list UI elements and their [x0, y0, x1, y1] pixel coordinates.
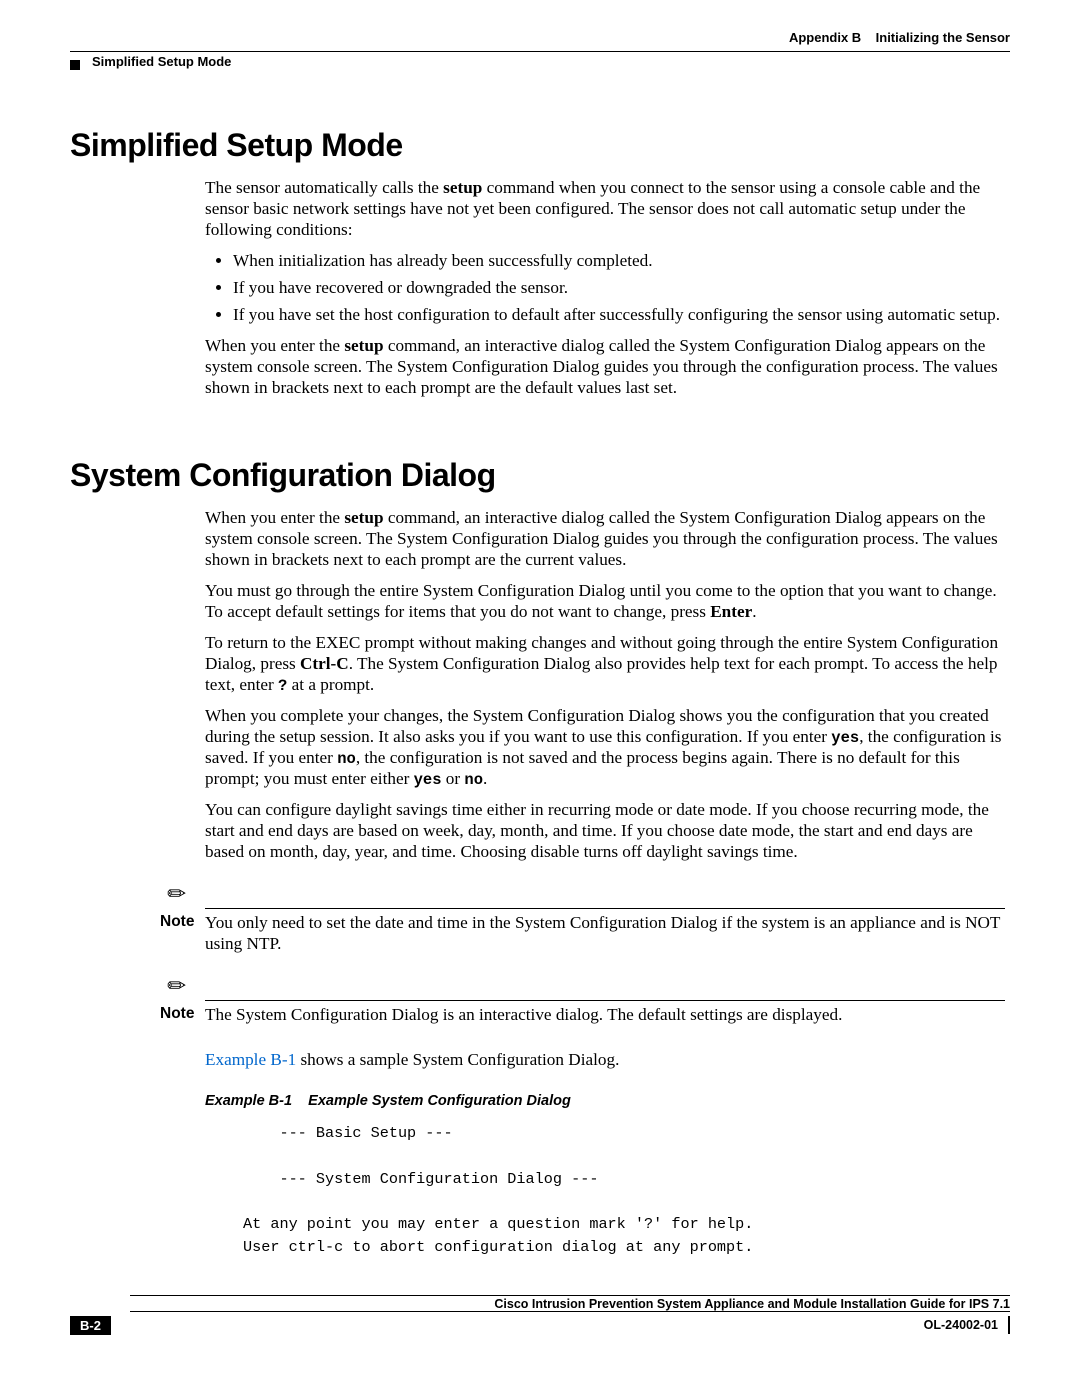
appendix-label: Appendix B	[789, 30, 861, 45]
header-rule	[70, 51, 1010, 52]
val-yes: yes	[831, 729, 859, 747]
val-no: no	[337, 750, 356, 768]
s2-p2: You must go through the entire System Co…	[205, 581, 1005, 623]
key-ctrl-c: Ctrl-C	[300, 654, 349, 673]
footer-bar-icon	[1008, 1316, 1010, 1334]
s1-intro: The sensor automatically calls the setup…	[205, 178, 1005, 241]
key-enter: Enter	[710, 602, 752, 621]
s1-bullet: When initialization has already been suc…	[233, 251, 1005, 272]
header-marker-icon	[70, 60, 80, 70]
footer-book-title: Cisco Intrusion Prevention System Applia…	[130, 1296, 1010, 1311]
page-number: B-2	[70, 1316, 111, 1335]
note-rule	[205, 908, 1005, 909]
note-text-1: You only need to set the date and time i…	[205, 913, 1005, 955]
example-intro: Example B-1 shows a sample System Config…	[205, 1050, 1005, 1259]
example-link[interactable]: Example B-1	[205, 1050, 296, 1069]
val-yes: yes	[414, 771, 442, 789]
s1-bullet: If you have recovered or downgraded the …	[233, 278, 1005, 299]
note-block-2: ✎ Note The System Configuration Dialog i…	[160, 973, 1005, 1026]
note-label: Note	[160, 1005, 205, 1024]
key-question: ?	[278, 677, 287, 695]
val-no: no	[464, 771, 483, 789]
note-block-1: ✎ Note You only need to set the date and…	[160, 881, 1005, 955]
cmd-setup: setup	[344, 336, 383, 355]
page-footer: Cisco Intrusion Prevention System Applia…	[70, 1295, 1010, 1355]
section1-body: The sensor automatically calls the setup…	[205, 178, 1005, 399]
s2-p3: To return to the EXEC prompt without mak…	[205, 633, 1005, 696]
note-text-2: The System Configuration Dialog is an in…	[205, 1005, 1005, 1026]
doc-number: OL-24002-01	[924, 1318, 998, 1332]
code-block: --- Basic Setup --- --- System Configura…	[243, 1122, 1005, 1259]
example-caption: Example B-1 Example System Configuration…	[205, 1093, 1005, 1111]
note-rule	[205, 1000, 1005, 1001]
pencil-icon: ✎	[162, 970, 193, 1001]
section-heading-simplified: Simplified Setup Mode	[70, 127, 1010, 164]
cmd-setup: setup	[344, 508, 383, 527]
s2-p1: When you enter the setup command, an int…	[205, 508, 1005, 571]
page-header: Appendix B Initializing the Sensor	[70, 30, 1010, 45]
s1-bullet: If you have set the host configuration t…	[233, 305, 1005, 326]
footer-rule	[130, 1311, 1010, 1312]
cmd-setup: setup	[443, 178, 482, 197]
section2-body: When you enter the setup command, an int…	[205, 508, 1005, 863]
s2-p4: When you complete your changes, the Syst…	[205, 706, 1005, 790]
section-heading-dialog: System Configuration Dialog	[70, 457, 1010, 494]
appendix-title: Initializing the Sensor	[876, 30, 1010, 45]
s1-bullets: When initialization has already been suc…	[205, 251, 1005, 326]
pencil-icon: ✎	[162, 878, 193, 909]
s2-p5: You can configure daylight savings time …	[205, 800, 1005, 863]
note-label: Note	[160, 913, 205, 932]
s1-p2: When you enter the setup command, an int…	[205, 336, 1005, 399]
running-head: Simplified Setup Mode	[92, 54, 1010, 69]
